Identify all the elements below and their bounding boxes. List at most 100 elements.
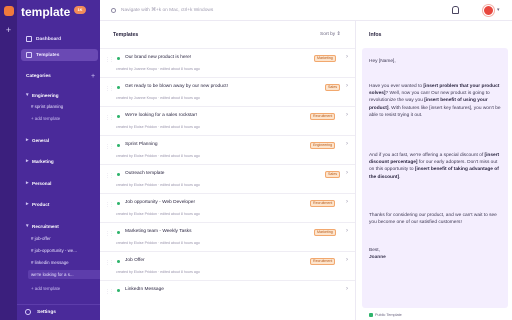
group-label: Recruitment [32, 223, 59, 229]
add-template-link[interactable]: + add template [31, 284, 100, 293]
text-run: . With features like [insert key feature… [369, 105, 501, 118]
brand-badge: 1K [74, 6, 86, 14]
add-workspace-icon[interactable]: + [4, 26, 13, 35]
chevron-right-icon[interactable]: › [346, 83, 348, 89]
sort-dropdown[interactable]: Sort by ⇕ [320, 32, 341, 37]
preview-paragraph: Have you ever wanted to [insert problem … [369, 83, 501, 119]
chevron-right-icon[interactable]: › [346, 199, 348, 205]
drag-handle-icon[interactable]: ⋮⋮ [105, 202, 114, 208]
group-label: Personal [32, 180, 52, 186]
text-run: And if you act fast, we're offering a sp… [369, 153, 485, 158]
template-link[interactable]: # job-opportunity - we... [31, 246, 100, 255]
drag-handle-icon[interactable]: ⋮⋮ [105, 57, 114, 63]
status-dot [117, 289, 120, 292]
sidebar-item-label: Templates [36, 52, 60, 58]
preview-greeting: Hey [Name], [369, 59, 396, 64]
table-row[interactable]: ⋮⋮ Marketing team - Weekly Tasks created… [100, 222, 355, 251]
search-icon [111, 8, 116, 13]
row-title: Our brand new product is here! [125, 55, 192, 60]
sidebar: template 1K Dashboard Templates Categori… [17, 0, 100, 320]
group-label: Product [32, 201, 50, 207]
template-link-active[interactable]: we're looking for a s... [28, 270, 100, 279]
sidebar-item-templates[interactable]: Templates [21, 49, 98, 61]
public-icon [369, 313, 373, 317]
drag-handle-icon[interactable]: ⋮⋮ [105, 289, 114, 295]
panel-title: Templates [113, 32, 139, 38]
panel-title: Infos [369, 32, 382, 38]
category-badge: Engineering [310, 142, 336, 149]
settings-label: Settings [37, 309, 56, 315]
row-title: Sprint Planning [125, 142, 158, 147]
row-title: LinkedIn Message [125, 287, 164, 292]
status-dot [117, 144, 120, 147]
row-title: Get ready to be blown away by our new pr… [125, 84, 228, 89]
group-personal[interactable]: ▸ Personal + [26, 178, 100, 188]
topbar: Navigate with ⌘+k on Mac, ctrl+k Windows… [100, 0, 512, 21]
add-template-link[interactable]: + add template [31, 114, 100, 123]
row-meta: created by Eloise Priddon · edited about… [116, 241, 200, 245]
search-input[interactable]: Navigate with ⌘+k on Mac, ctrl+k Windows [111, 6, 291, 15]
add-category-icon[interactable]: + [91, 73, 95, 80]
preview-paragraph: And if you act fast, we're offering a sp… [369, 152, 501, 181]
workspace-logo[interactable] [4, 6, 14, 16]
preview-paragraph: Thanks for considering our product, and … [369, 213, 497, 226]
app-brand: template [21, 5, 71, 19]
chevron-right-icon[interactable]: › [346, 170, 348, 176]
table-row[interactable]: ⋮⋮ Outreach template created by Eloise P… [100, 164, 355, 193]
chevron-right-icon[interactable]: › [346, 228, 348, 234]
table-row[interactable]: ⋮⋮ Job opportunity - Web Developer creat… [100, 193, 355, 222]
row-title: Marketing team - Weekly Tasks [125, 229, 192, 234]
chevron-down-icon[interactable]: ▾ [497, 7, 500, 13]
drag-handle-icon[interactable]: ⋮⋮ [105, 115, 114, 121]
text-run: . [399, 174, 401, 180]
group-general[interactable]: ▸ General + [26, 135, 100, 145]
chevron-right-icon[interactable]: › [346, 54, 348, 60]
table-row[interactable]: ⋮⋮ Our brand new product is here! create… [100, 48, 355, 77]
template-link[interactable]: # job-offer [31, 234, 100, 243]
drag-handle-icon[interactable]: ⋮⋮ [105, 144, 114, 150]
row-meta: created by Eloise Priddon · edited about… [116, 270, 200, 274]
row-meta: created by Eloise Priddon · edited about… [116, 154, 200, 158]
app-rail: + [0, 0, 17, 320]
group-engineering[interactable]: ▾ Engineering + [26, 90, 100, 100]
group-recruitment[interactable]: ▾ Recruitment + [26, 221, 100, 231]
templates-panel: Templates Sort by ⇕ ⋮⋮ Our brand new pro… [100, 21, 356, 320]
chevron-right-icon[interactable]: › [346, 286, 348, 292]
templates-icon [26, 52, 32, 58]
template-link[interactable]: # sprint planning [31, 102, 100, 111]
status-dot [117, 173, 120, 176]
row-meta: created by Eloise Priddon · edited about… [116, 183, 200, 187]
drag-handle-icon[interactable]: ⋮⋮ [105, 86, 114, 92]
table-row[interactable]: ⋮⋮ LinkedIn Message › [100, 280, 355, 309]
sidebar-item-label: Dashboard [36, 36, 62, 42]
status-dot [117, 57, 120, 60]
gear-icon [25, 309, 31, 315]
sidebar-item-dashboard[interactable]: Dashboard [21, 33, 98, 45]
status-dot [117, 260, 120, 263]
settings-button[interactable]: Settings [25, 309, 56, 315]
drag-handle-icon[interactable]: ⋮⋮ [105, 260, 114, 266]
table-row[interactable]: ⋮⋮ We're looking for a sales rockstar! c… [100, 106, 355, 135]
status-dot [117, 86, 120, 89]
chevron-right-icon[interactable]: › [346, 112, 348, 118]
group-marketing[interactable]: ▸ Marketing + [26, 156, 100, 166]
text-run: Have you ever wanted to [369, 84, 424, 89]
bell-icon[interactable] [452, 6, 459, 14]
chevron-right-icon[interactable]: › [346, 141, 348, 147]
avatar[interactable] [483, 5, 494, 16]
table-row[interactable]: ⋮⋮ Get ready to be blown away by our new… [100, 77, 355, 106]
category-badge: Recruitment [310, 200, 336, 207]
category-badge: Sales [325, 84, 340, 91]
drag-handle-icon[interactable]: ⋮⋮ [105, 173, 114, 179]
chevron-right-icon[interactable]: › [346, 257, 348, 263]
template-link[interactable]: # linkedin message [31, 258, 100, 267]
row-title: Job Offer [125, 258, 145, 263]
group-label: Marketing [32, 158, 54, 164]
category-badge: Recruitment [310, 113, 336, 120]
group-product[interactable]: ▸ Product + [26, 199, 100, 209]
table-row[interactable]: ⋮⋮ Sprint Planning created by Eloise Pri… [100, 135, 355, 164]
dashboard-icon [26, 36, 32, 42]
drag-handle-icon[interactable]: ⋮⋮ [105, 231, 114, 237]
table-row[interactable]: ⋮⋮ Job Offer created by Eloise Priddon ·… [100, 251, 355, 280]
category-badge: Marketing [314, 229, 336, 236]
